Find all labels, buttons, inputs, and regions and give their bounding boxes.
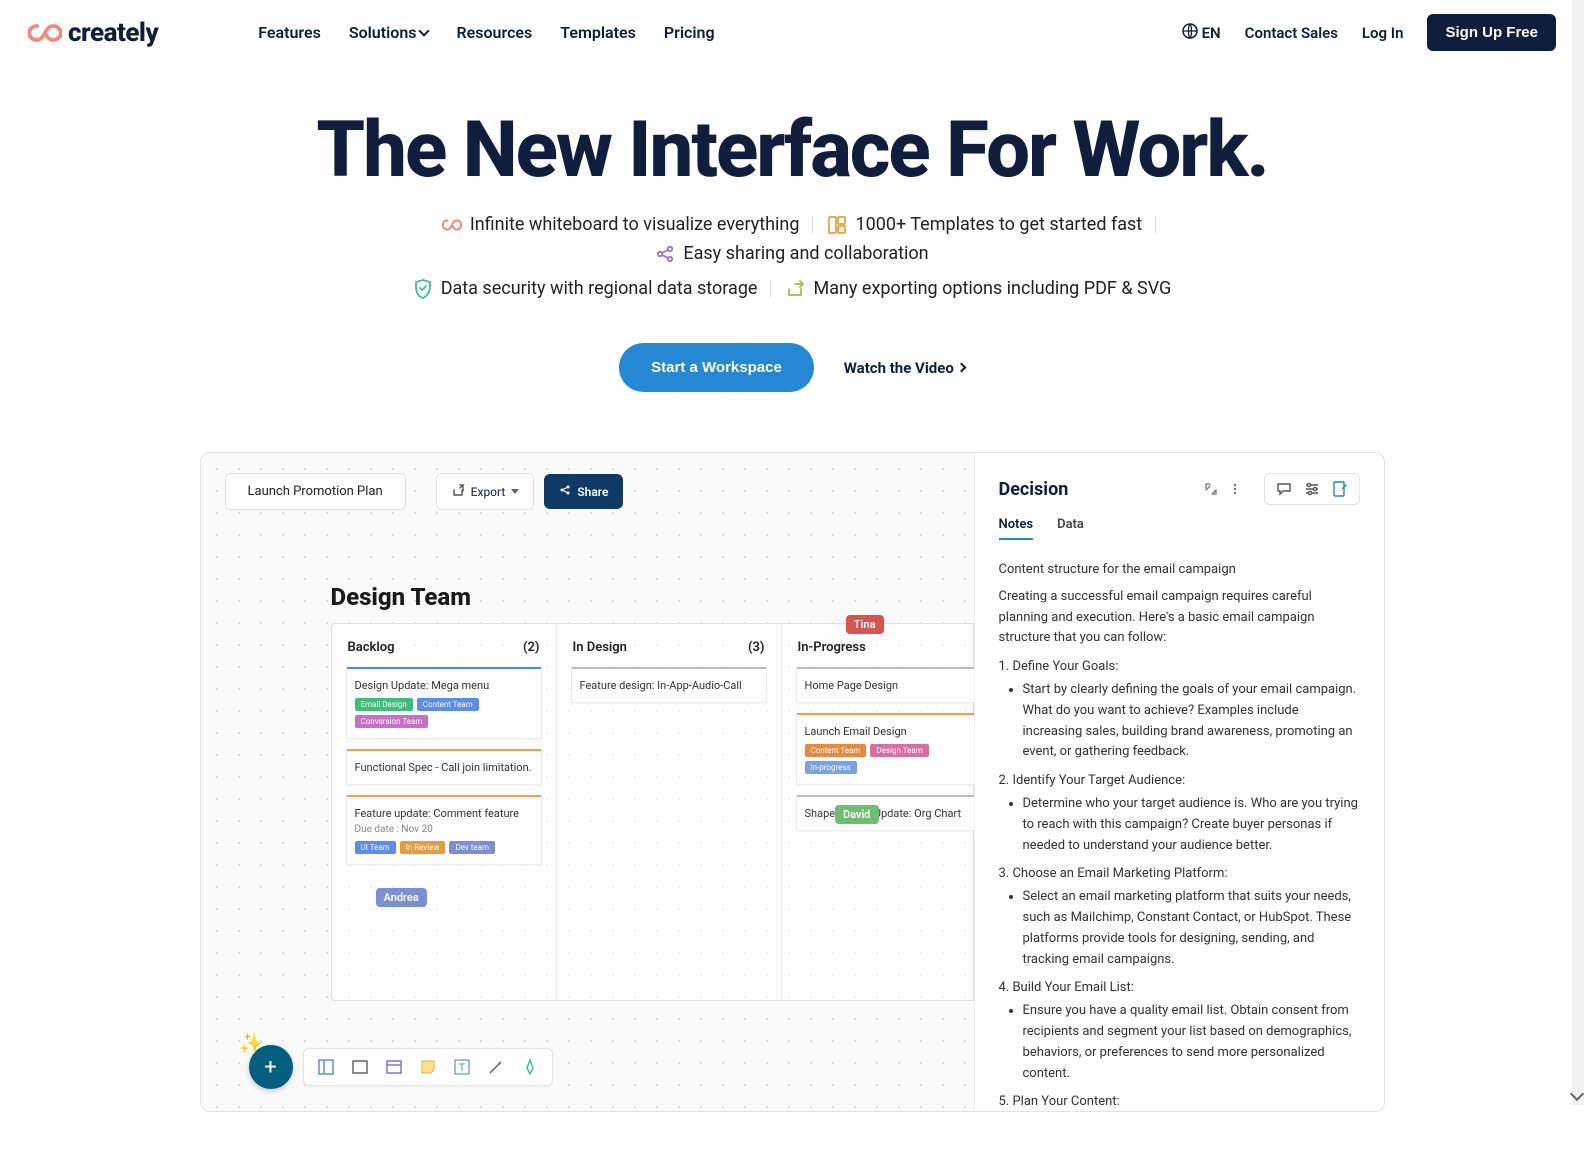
collaborator-cursor-david: David	[835, 805, 879, 824]
kanban-card[interactable]: Feature design: In-App-Audio-Call	[571, 667, 767, 703]
signup-button[interactable]: Sign Up Free	[1427, 14, 1556, 51]
workspace-bar: Launch Promotion Plan Export Share	[225, 473, 624, 510]
benefits-row-2: Data security with regional data storage…	[312, 274, 1272, 303]
topbar-right: EN Contact Sales Log In Sign Up Free	[1182, 14, 1556, 51]
globe-icon	[1182, 23, 1198, 43]
side-panel-title: Decision	[999, 479, 1069, 500]
add-shape-button[interactable]: ✨ +	[249, 1045, 293, 1089]
benefit-sharing: Easy sharing and collaboration	[641, 239, 942, 268]
comment-icon[interactable]	[1275, 480, 1293, 498]
settings-icon[interactable]	[1303, 480, 1321, 498]
svg-text:T: T	[458, 1062, 465, 1074]
benefit-security: Data security with regional data storage	[399, 274, 772, 303]
hero-title: The New Interface For Work.	[0, 105, 1584, 196]
kanban-card[interactable]: Feature update: Comment feature Due date…	[346, 795, 542, 865]
text-tool[interactable]: T	[452, 1057, 472, 1077]
shield-icon	[413, 279, 433, 299]
infinity-icon	[442, 215, 462, 235]
tag: Content Team	[805, 744, 867, 757]
watch-video-link[interactable]: Watch the Video	[844, 359, 965, 377]
workspace-name[interactable]: Launch Promotion Plan	[225, 473, 406, 510]
chevron-right-icon	[956, 363, 966, 373]
frame-tool[interactable]	[316, 1057, 336, 1077]
sparkle-icon: ✨	[239, 1031, 264, 1055]
contact-sales-link[interactable]: Contact Sales	[1245, 24, 1338, 42]
nav-features[interactable]: Features	[258, 23, 321, 42]
tag: Email Design	[355, 698, 413, 711]
tag: In-progress	[805, 761, 857, 774]
sticky-note-tool[interactable]	[418, 1057, 438, 1077]
collaborator-cursor-tina: Tina	[846, 615, 884, 634]
tag: Design Team	[870, 744, 928, 757]
side-panel: Decision Notes Data Content structure fo…	[974, 453, 1384, 1111]
share-icon	[655, 244, 675, 264]
kanban-card[interactable]: Functional Spec - Call join limitation.	[346, 749, 542, 785]
nav-solutions[interactable]: Solutions	[349, 23, 429, 42]
kanban-card[interactable]: Shape Library Update: Org Chart	[796, 795, 993, 831]
chevron-down-icon	[419, 25, 430, 36]
page-scrollbar[interactable]	[1572, 0, 1584, 1105]
infinity-icon	[28, 23, 62, 43]
benefits-row-1: Infinite whiteboard to visualize everyth…	[312, 210, 1272, 268]
topbar: creately Features Solutions Resources Te…	[0, 0, 1584, 65]
tag: Dev team	[449, 841, 495, 854]
tag: Content Team	[417, 698, 479, 711]
brand-logo[interactable]: creately	[28, 18, 158, 48]
pen-tool[interactable]	[520, 1057, 540, 1077]
kanban-card[interactable]: Launch Email Design Content Team Design …	[796, 713, 993, 785]
nav-pricing[interactable]: Pricing	[664, 23, 715, 42]
expand-panel-button[interactable]	[1202, 480, 1220, 498]
share-icon	[559, 484, 571, 499]
share-button[interactable]: Share	[544, 474, 623, 509]
nav-resources[interactable]: Resources	[456, 23, 532, 42]
app-mock: Launch Promotion Plan Export Share Desig…	[200, 452, 1385, 1112]
more-options-button[interactable]	[1226, 480, 1244, 498]
tab-data[interactable]: Data	[1057, 517, 1084, 540]
tag: Conversion Team	[355, 715, 429, 728]
tag: UI Team	[355, 841, 396, 854]
export-button[interactable]: Export	[436, 473, 535, 510]
collaborator-cursor-andrea: Andrea	[376, 888, 427, 907]
benefit-whiteboard: Infinite whiteboard to visualize everyth…	[428, 210, 814, 239]
kanban-card[interactable]: Design Update: Mega menu Email Design Co…	[346, 667, 542, 739]
side-panel-body: Content structure for the email campaign…	[999, 560, 1360, 1111]
main-nav: Features Solutions Resources Templates P…	[258, 23, 714, 42]
export-icon	[785, 279, 805, 299]
kanban-column-backlog: Backlog(2) Design Update: Mega menu Emai…	[332, 624, 557, 1000]
lang-code: EN	[1202, 24, 1221, 42]
board-title: Design Team	[331, 583, 471, 611]
side-panel-tabs: Notes Data	[999, 517, 1360, 540]
benefit-templates: 1000+ Templates to get started fast	[813, 210, 1156, 239]
note-lead: Creating a successful email campaign req…	[999, 587, 1360, 649]
brand-text: creately	[68, 18, 158, 48]
table-tool[interactable]	[384, 1057, 404, 1077]
canvas[interactable]: Launch Promotion Plan Export Share Desig…	[201, 453, 974, 1111]
canvas-toolbar: ✨ + T	[249, 1045, 553, 1089]
export-icon	[451, 483, 465, 500]
templates-icon	[827, 215, 847, 235]
chevron-down-icon	[511, 489, 519, 494]
login-link[interactable]: Log In	[1362, 24, 1404, 42]
tab-notes[interactable]: Notes	[999, 517, 1034, 540]
benefit-export: Many exporting options including PDF & S…	[771, 274, 1185, 303]
rectangle-tool[interactable]	[350, 1057, 370, 1077]
language-selector[interactable]: EN	[1182, 23, 1221, 43]
tag: In Review	[400, 841, 446, 854]
kanban-card[interactable]: Home Page Design	[796, 667, 993, 703]
note-lead-title: Content structure for the email campaign	[999, 560, 1360, 581]
kanban-column-indesign: In Design(3) Feature design: In-App-Audi…	[557, 624, 782, 1000]
hero: The New Interface For Work. Infinite whi…	[0, 65, 1584, 412]
arrow-tool[interactable]	[486, 1057, 506, 1077]
start-workspace-button[interactable]: Start a Workspace	[619, 343, 814, 392]
plus-icon: +	[264, 1055, 276, 1080]
cta-row: Start a Workspace Watch the Video	[0, 343, 1584, 392]
nav-templates[interactable]: Templates	[560, 23, 636, 42]
edit-note-icon[interactable]	[1331, 480, 1349, 498]
